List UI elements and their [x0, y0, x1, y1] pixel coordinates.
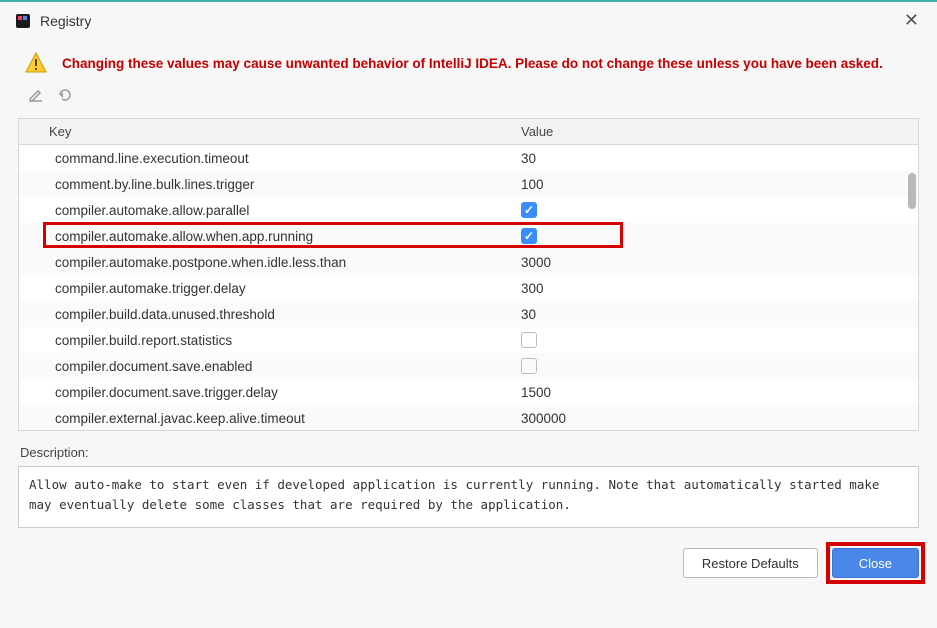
registry-key: compiler.automake.trigger.delay	[19, 281, 509, 296]
table-body: command.line.execution.timeout30comment.…	[19, 145, 918, 431]
registry-key: command.line.execution.timeout	[19, 151, 509, 166]
registry-value[interactable]: 3000	[509, 255, 918, 270]
registry-table: Key Value command.line.execution.timeout…	[18, 118, 919, 431]
table-row[interactable]: compiler.automake.allow.parallel	[19, 197, 918, 223]
table-row[interactable]: compiler.document.save.enabled	[19, 353, 918, 379]
header-value[interactable]: Value	[509, 124, 918, 139]
registry-value[interactable]: 30	[509, 307, 918, 322]
undo-icon[interactable]	[56, 87, 72, 108]
registry-value[interactable]	[509, 358, 918, 374]
table-row[interactable]: compiler.automake.trigger.delay300	[19, 275, 918, 301]
warning-icon	[24, 51, 48, 75]
registry-key: compiler.automake.postpone.when.idle.les…	[19, 255, 509, 270]
checkbox[interactable]	[521, 228, 537, 244]
checkbox[interactable]	[521, 202, 537, 218]
registry-value[interactable]	[509, 202, 918, 218]
warning-row: Changing these values may cause unwanted…	[0, 37, 937, 81]
restore-defaults-button[interactable]: Restore Defaults	[683, 548, 818, 578]
scrollbar-thumb[interactable]	[908, 173, 916, 209]
checkbox[interactable]	[521, 332, 537, 348]
registry-key: compiler.external.javac.keep.alive.timeo…	[19, 411, 509, 426]
registry-value[interactable]: 100	[509, 177, 918, 192]
table-row[interactable]: compiler.automake.postpone.when.idle.les…	[19, 249, 918, 275]
warning-text: Changing these values may cause unwanted…	[62, 56, 883, 71]
description-label: Description:	[0, 431, 937, 466]
checkbox[interactable]	[521, 358, 537, 374]
titlebar: Registry ✕	[0, 2, 937, 37]
registry-value[interactable]: 300000	[509, 411, 918, 426]
close-button[interactable]: Close	[832, 548, 919, 578]
registry-value[interactable]	[509, 332, 918, 348]
table-row[interactable]: compiler.document.save.trigger.delay1500	[19, 379, 918, 405]
table-row[interactable]: compiler.automake.allow.when.app.running	[19, 223, 918, 249]
window-title: Registry	[40, 13, 91, 29]
app-icon	[14, 12, 32, 30]
registry-key: comment.by.line.bulk.lines.trigger	[19, 177, 509, 192]
registry-value[interactable]	[509, 228, 918, 244]
table-row[interactable]: command.line.execution.timeout30	[19, 145, 918, 171]
registry-key: compiler.document.save.enabled	[19, 359, 509, 374]
registry-value[interactable]: 1500	[509, 385, 918, 400]
registry-key: compiler.document.save.trigger.delay	[19, 385, 509, 400]
table-row[interactable]: compiler.build.data.unused.threshold30	[19, 301, 918, 327]
registry-key: compiler.automake.allow.parallel	[19, 203, 509, 218]
table-header: Key Value	[19, 119, 918, 145]
close-icon[interactable]: ✕	[900, 10, 923, 31]
registry-value[interactable]: 30	[509, 151, 918, 166]
footer: Restore Defaults Close	[0, 528, 937, 578]
registry-key: compiler.build.report.statistics	[19, 333, 509, 348]
table-row[interactable]: comment.by.line.bulk.lines.trigger100	[19, 171, 918, 197]
header-key[interactable]: Key	[19, 124, 509, 139]
registry-key: compiler.automake.allow.when.app.running	[19, 229, 509, 244]
registry-key: compiler.build.data.unused.threshold	[19, 307, 509, 322]
toolbar	[0, 81, 937, 112]
description-box: Allow auto-make to start even if develop…	[18, 466, 919, 528]
edit-icon[interactable]	[28, 87, 44, 108]
table-row[interactable]: compiler.build.report.statistics	[19, 327, 918, 353]
table-row[interactable]: compiler.external.javac.keep.alive.timeo…	[19, 405, 918, 431]
registry-value[interactable]: 300	[509, 281, 918, 296]
